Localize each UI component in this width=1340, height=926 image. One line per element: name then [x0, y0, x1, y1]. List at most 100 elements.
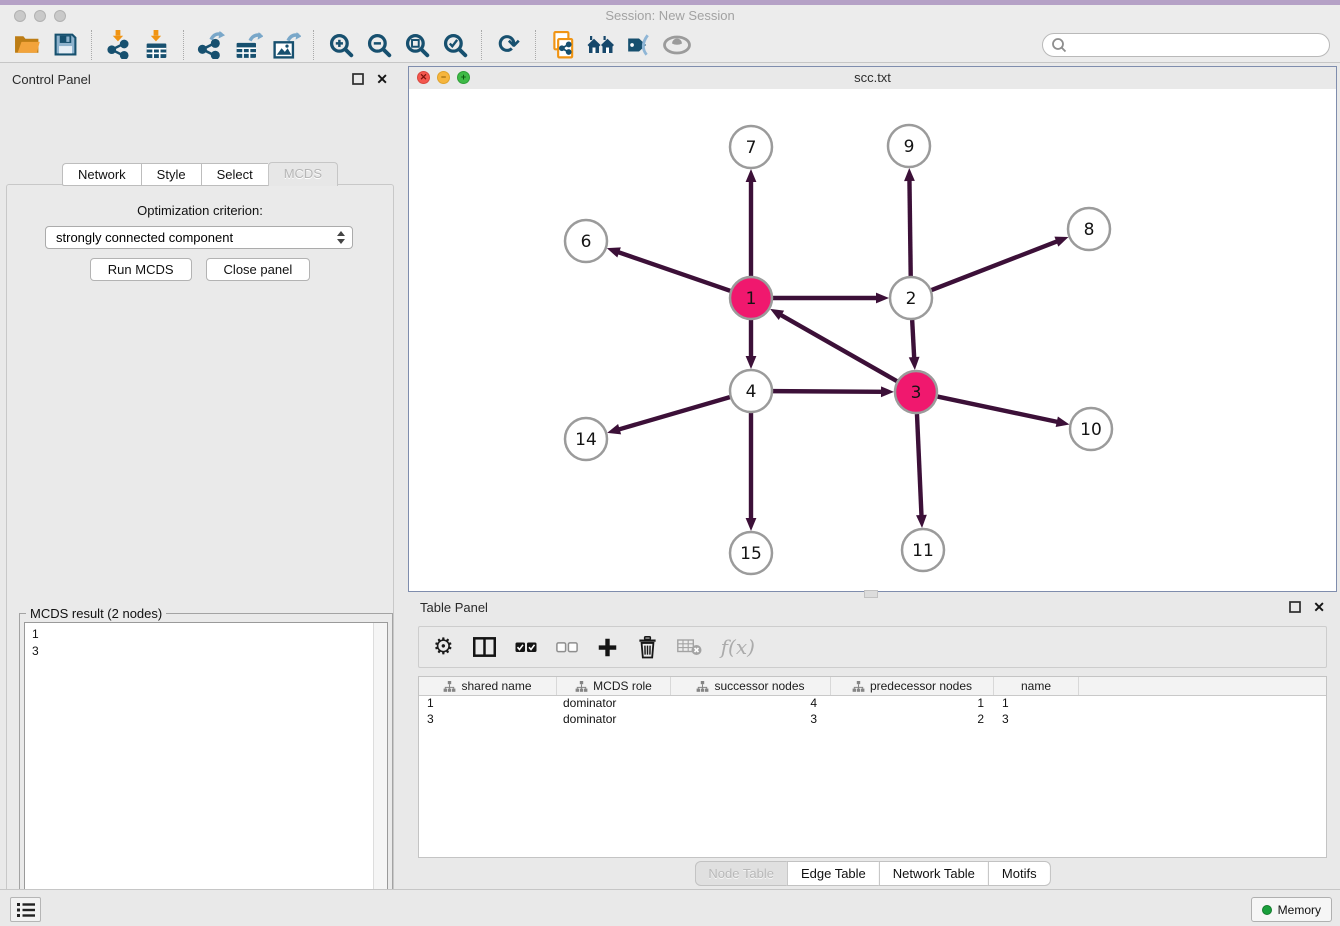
zoom-out-button[interactable] [360, 28, 398, 62]
optimization-criterion-label: Optimization criterion: [7, 203, 393, 218]
export-table-icon [235, 31, 263, 59]
label-slash-icon [626, 33, 652, 57]
graph[interactable]: 7968124314101511 [409, 89, 1336, 591]
close-panel-button[interactable]: Close panel [206, 258, 311, 281]
import-table-button[interactable] [138, 28, 176, 62]
tab-network-table[interactable]: Network Table [879, 861, 988, 886]
search-box[interactable] [1042, 33, 1330, 57]
copy-network-view-button[interactable] [544, 28, 582, 62]
import-network-icon [106, 30, 132, 59]
save-session-button[interactable] [46, 28, 84, 62]
toolbar-separator [313, 30, 315, 60]
add-row-icon[interactable] [597, 637, 618, 658]
tab-node-table[interactable]: Node Table [694, 861, 787, 886]
toolbar-separator [481, 30, 483, 60]
arrowhead-icon [607, 247, 621, 257]
network-window-titlebar[interactable]: ✕ − + scc.txt [409, 67, 1336, 90]
task-history-button[interactable] [10, 897, 41, 922]
float-panel-icon[interactable] [352, 73, 364, 85]
memory-button[interactable]: Memory [1251, 897, 1332, 922]
save-icon [53, 32, 78, 57]
column-header-predecessor-nodes[interactable]: predecessor nodes [831, 677, 994, 695]
deselect-all-checkboxes-icon[interactable] [556, 642, 578, 653]
network-canvas[interactable]: 7968124314101511 [409, 89, 1336, 591]
function-builder-icon[interactable]: f(x) [721, 635, 755, 659]
table-toolbar: ⚙ [418, 626, 1327, 668]
zoom-selected-icon [442, 32, 468, 58]
graph-edge-2-8[interactable] [932, 241, 1060, 290]
graph-edge-3-10[interactable] [938, 397, 1060, 423]
hierarchy-icon [575, 681, 588, 692]
graph-edge-4-3[interactable] [773, 391, 884, 392]
memory-label: Memory [1278, 903, 1321, 917]
graph-node-label-14: 14 [575, 430, 597, 450]
label-visibility-button[interactable] [620, 28, 658, 62]
close-panel-icon[interactable]: ✕ [376, 72, 388, 86]
column-header-successor-nodes[interactable]: successor nodes [671, 677, 831, 695]
mcds-result-line: 3 [32, 643, 387, 660]
export-image-icon [273, 31, 301, 59]
network-view-window: ✕ − + scc.txt 7968124314101511 [408, 66, 1337, 592]
export-table-button[interactable] [230, 28, 268, 62]
column-header-mcds-role[interactable]: MCDS role [557, 677, 671, 695]
graph-edge-3-1[interactable] [779, 314, 897, 381]
titlebar: Session: New Session [0, 5, 1340, 27]
run-mcds-button[interactable]: Run MCDS [90, 258, 192, 281]
graph-edge-4-14[interactable] [617, 397, 730, 430]
close-panel-icon[interactable]: ✕ [1313, 600, 1325, 614]
arrowhead-icon [607, 424, 621, 434]
float-panel-icon[interactable] [1289, 601, 1301, 613]
graph-edge-3-11[interactable] [917, 414, 922, 518]
node-table[interactable]: shared name MCDS role successor nodes [418, 676, 1327, 858]
home-button[interactable] [582, 28, 620, 62]
columns-icon[interactable] [473, 637, 496, 657]
import-network-button[interactable] [100, 28, 138, 62]
tab-select[interactable]: Select [201, 163, 268, 186]
column-header-shared-name[interactable]: shared name [419, 677, 557, 695]
graph-node-label-8: 8 [1084, 220, 1095, 240]
arrowhead-icon [1056, 416, 1070, 427]
graph-node-label-4: 4 [746, 382, 757, 402]
arrowhead-icon [746, 356, 757, 369]
tab-network[interactable]: Network [62, 163, 141, 186]
select-all-checkboxes-icon[interactable] [515, 642, 537, 653]
tab-motifs[interactable]: Motifs [988, 861, 1051, 886]
graph-edge-2-3[interactable] [912, 320, 914, 360]
column-header-name[interactable]: name [994, 677, 1079, 695]
graph-node-label-6: 6 [581, 232, 592, 252]
hierarchy-icon [852, 681, 865, 692]
control-panel: Control Panel ✕ Network Style Select MCD… [0, 66, 400, 882]
delete-row-trash-icon[interactable] [637, 636, 658, 659]
zoom-fit-button[interactable] [398, 28, 436, 62]
zoom-in-button[interactable] [322, 28, 360, 62]
open-folder-icon [14, 33, 41, 56]
tab-mcds[interactable]: MCDS [268, 162, 338, 186]
table-row[interactable]: 1 dominator 4 1 1 [419, 696, 1326, 712]
open-session-button[interactable] [8, 28, 46, 62]
arrowhead-icon [904, 168, 915, 181]
settings-gear-icon[interactable]: ⚙ [433, 636, 454, 659]
graph-edge-2-9[interactable] [909, 178, 910, 276]
tab-style[interactable]: Style [141, 163, 201, 186]
zoom-selected-button[interactable] [436, 28, 474, 62]
search-input[interactable] [1067, 35, 1329, 55]
result-scrollbar[interactable] [373, 623, 387, 926]
export-image-button[interactable] [268, 28, 306, 62]
mcds-result-textarea[interactable]: 1 3 [24, 622, 388, 926]
control-panel-title: Control Panel [12, 72, 91, 87]
graph-node-label-15: 15 [740, 544, 762, 564]
graph-node-label-3: 3 [911, 383, 922, 403]
graph-edge-1-6[interactable] [616, 251, 730, 290]
arrowhead-icon [876, 293, 889, 304]
import-table-icon [144, 30, 170, 59]
table-panel: Table Panel ✕ ⚙ [408, 596, 1337, 888]
export-network-button[interactable] [192, 28, 230, 62]
delete-table-icon[interactable] [677, 638, 702, 656]
mcds-panel: Optimization criterion: strongly connect… [6, 184, 394, 926]
optimization-criterion-select[interactable]: strongly connected component [45, 226, 353, 249]
tab-edge-table[interactable]: Edge Table [787, 861, 879, 886]
show-hide-button[interactable] [658, 28, 696, 62]
table-row[interactable]: 3 dominator 3 2 3 [419, 712, 1326, 728]
main-toolbar: ⟳ [0, 27, 1340, 63]
refresh-button[interactable]: ⟳ [490, 28, 528, 62]
